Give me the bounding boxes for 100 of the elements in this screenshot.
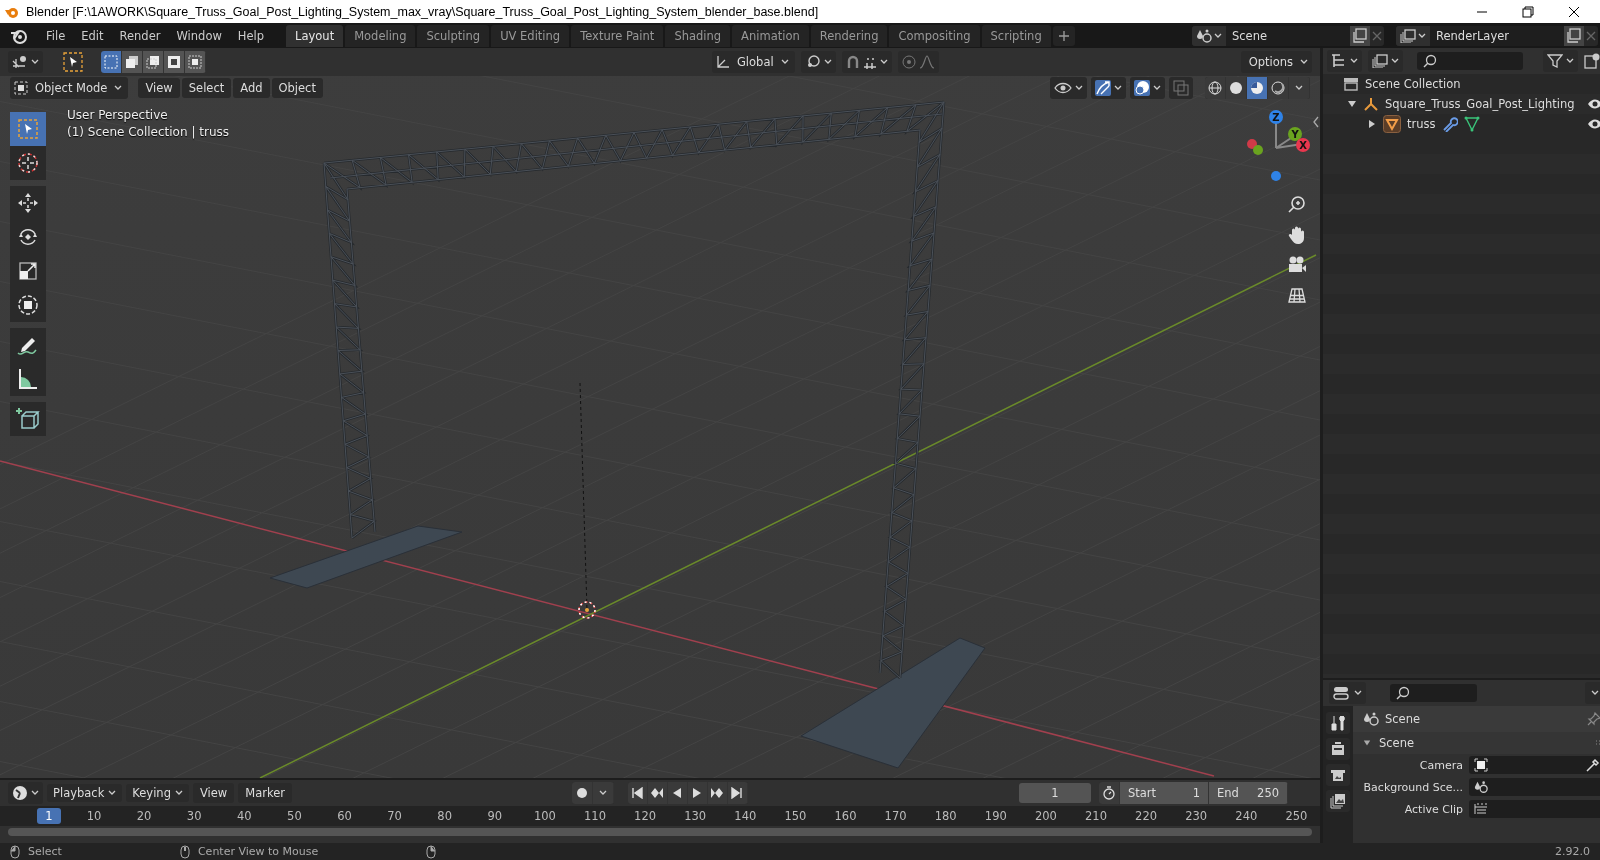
restore-icon[interactable] — [1522, 5, 1534, 18]
next-keyframe-button[interactable] — [707, 782, 728, 804]
play-reverse-button[interactable] — [667, 782, 688, 804]
current-frame-field[interactable]: 1 — [1019, 783, 1091, 803]
options-dropdown[interactable] — [1584, 682, 1600, 704]
tool-button[interactable] — [10, 186, 46, 220]
extend-selection-button[interactable] — [122, 51, 143, 73]
shading-button[interactable] — [1205, 77, 1226, 99]
new-selection-button[interactable] — [101, 51, 122, 73]
shading-button[interactable] — [1226, 77, 1247, 99]
subtract-selection-button[interactable] — [143, 51, 164, 73]
record-button[interactable] — [571, 782, 593, 804]
gizmo-toggle[interactable] — [1095, 80, 1111, 96]
shading-button[interactable] — [1268, 77, 1289, 99]
eye-icon[interactable] — [1586, 118, 1600, 130]
tool-button[interactable] — [10, 288, 46, 322]
menu-item[interactable]: Render — [111, 25, 169, 46]
properties-tab[interactable] — [1326, 790, 1350, 812]
invert-selection-button[interactable] — [164, 51, 185, 73]
jump-start-button[interactable] — [627, 782, 648, 804]
jump-end-button[interactable] — [727, 782, 748, 804]
workspace-tab[interactable]: Animation — [732, 24, 809, 47]
viewport-menu[interactable]: Select — [181, 78, 232, 98]
workspace-tab[interactable]: Compositing — [889, 24, 980, 47]
properties-tab[interactable] — [1326, 738, 1350, 760]
eyedropper-icon[interactable] — [1585, 758, 1600, 772]
scene-field[interactable]: Scene — [1226, 25, 1350, 46]
gizmo-dropdown[interactable] — [1114, 85, 1122, 91]
scene-selector[interactable] — [1192, 25, 1226, 46]
duplicate-icon[interactable] — [1350, 25, 1370, 46]
viewport-menu[interactable]: Object — [271, 78, 323, 98]
outliner-item[interactable]: truss — [1407, 117, 1436, 131]
filter-view-dropdown[interactable] — [1368, 50, 1403, 72]
view-layer-field[interactable]: RenderLayer — [1430, 25, 1564, 46]
close-icon[interactable] — [1568, 5, 1580, 18]
editor-type-button[interactable] — [8, 782, 43, 804]
property-field[interactable] — [1469, 778, 1600, 796]
xray-toggle[interactable] — [1169, 77, 1193, 99]
mode-dropdown[interactable]: Object Mode — [10, 77, 129, 99]
panel-header[interactable]: Scene — [1353, 732, 1600, 754]
new-collection-icon[interactable] — [1584, 53, 1600, 69]
navigation-gizmo-drawing[interactable]: Z Y X — [1230, 108, 1310, 188]
workspace-tab[interactable]: Rendering — [810, 24, 888, 47]
editor-type-button[interactable] — [8, 51, 43, 73]
overlay-toggle[interactable] — [1134, 80, 1150, 96]
search-field[interactable] — [1390, 684, 1478, 702]
timeline-dropdown[interactable]: Keying — [126, 784, 189, 802]
workspace-tab[interactable]: Shading — [665, 24, 731, 47]
workspace-tab[interactable]: Modeling — [345, 24, 416, 47]
orientation-dropdown[interactable]: Global — [711, 51, 795, 73]
menu-item[interactable]: File — [38, 25, 74, 46]
view-layer-selector[interactable] — [1396, 25, 1430, 46]
shading-button[interactable] — [1247, 77, 1268, 99]
workspace-tab[interactable]: Layout — [286, 24, 344, 47]
tool-button[interactable] — [10, 146, 46, 180]
intersect-selection-button[interactable] — [185, 51, 206, 73]
start-frame-field[interactable]: Start 1 — [1120, 782, 1209, 804]
properties-tab[interactable] — [1326, 764, 1350, 786]
filter-dropdown[interactable] — [1543, 50, 1578, 72]
tool-button[interactable] — [10, 328, 46, 362]
prev-keyframe-button[interactable] — [647, 782, 668, 804]
outliner-item[interactable]: Square_Truss_Goal_Post_Lighting — [1385, 97, 1575, 111]
eye-icon[interactable] — [1586, 98, 1600, 110]
properties-tab[interactable] — [1326, 712, 1350, 734]
vertex-triangle-icon[interactable] — [1463, 116, 1480, 132]
display-mode-dropdown[interactable] — [1327, 50, 1362, 72]
overlay-dropdown[interactable] — [1153, 85, 1161, 91]
pin-icon[interactable] — [1586, 712, 1600, 726]
current-frame-marker[interactable]: 1 — [37, 808, 61, 824]
property-field[interactable] — [1469, 800, 1600, 818]
snap-dropdown[interactable] — [841, 51, 892, 73]
editor-type-button[interactable] — [1329, 682, 1366, 704]
proportional-edit-dropdown[interactable] — [897, 51, 939, 73]
outliner-item[interactable]: Scene Collection — [1365, 77, 1461, 91]
workspace-tab[interactable]: Texture Paint — [571, 24, 664, 47]
timeline-scrollbar[interactable] — [8, 828, 1312, 836]
preview-range-toggle[interactable] — [1099, 782, 1120, 804]
wrench-icon[interactable] — [1441, 116, 1458, 132]
app-logo-icon[interactable] — [10, 27, 28, 44]
add-icon[interactable] — [1052, 25, 1075, 46]
menu-item[interactable]: Help — [229, 25, 273, 46]
timeline-menu[interactable]: Marker — [238, 783, 292, 803]
pivot-dropdown[interactable] — [800, 51, 836, 73]
tool-button[interactable] — [10, 402, 46, 436]
timeline-menu[interactable]: View — [192, 783, 235, 803]
viewport-menu[interactable]: Add — [233, 78, 270, 98]
collapsed-arrow-icon[interactable] — [1367, 119, 1377, 129]
menu-item[interactable]: Window — [168, 25, 230, 46]
workspace-tab[interactable]: Scripting — [981, 24, 1051, 47]
menu-item[interactable]: Edit — [73, 25, 112, 46]
end-frame-field[interactable]: End 250 — [1209, 782, 1288, 804]
play-button[interactable] — [687, 782, 708, 804]
viewport-menu[interactable]: View — [138, 78, 180, 98]
property-field[interactable] — [1469, 756, 1600, 774]
workspace-tab[interactable]: UV Editing — [491, 24, 570, 47]
shading-dropdown[interactable] — [1289, 77, 1310, 99]
search-field[interactable] — [1417, 52, 1523, 70]
timeline-dropdown[interactable]: Playback — [47, 784, 123, 802]
workspace-tab[interactable]: Sculpting — [417, 24, 490, 47]
visibility-dropdown[interactable] — [1050, 77, 1087, 99]
